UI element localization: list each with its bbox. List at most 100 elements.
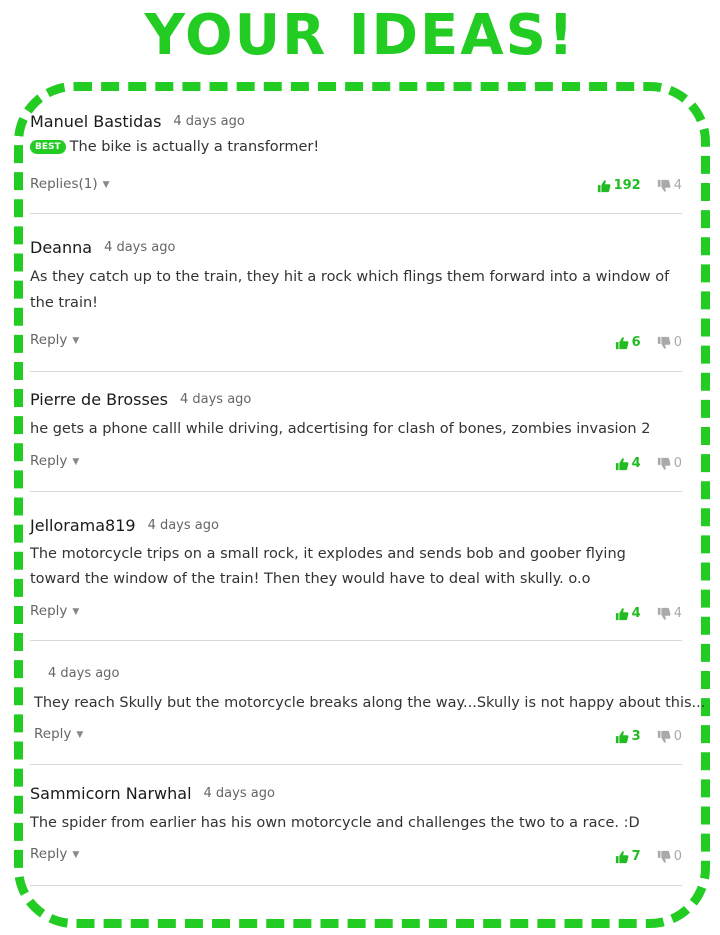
comment-text-line: the train! [30,295,98,311]
downvote-count: 4 [673,178,682,193]
upvote-count: 192 [613,178,641,193]
comment-meta: Manuel Bastidas 4 days ago [30,108,682,134]
reply-label: Reply [30,332,68,348]
downvote-button[interactable]: 0 [657,335,682,350]
thumbs-down-icon [657,850,671,863]
upvote-button[interactable]: 7 [615,849,641,864]
comment-meta: 4 days ago [30,660,682,686]
comment-text: The spider from earlier has his own moto… [30,810,682,836]
comment-text: As they catch up to the train, they hit … [30,264,682,316]
upvote-button[interactable]: 4 [615,456,641,471]
upvote-count: 6 [631,335,641,350]
vote-controls: 3 0 [615,729,682,744]
comment-text-line: toward the window of the train! Then the… [30,571,591,587]
vote-controls: 7 0 [615,849,682,864]
comment-text-line: As they catch up to the train, they hit … [30,269,670,285]
comment: Deanna 4 days ago As they catch up to th… [30,234,682,372]
reply-button[interactable]: Reply ▼ [34,726,83,742]
thumbs-up-icon [615,850,629,863]
thumbs-down-icon [657,730,671,743]
replies-label: Replies(1) [30,176,98,192]
comment-meta: Jellorama819 4 days ago [30,512,682,538]
comment-footer: Replies(1) ▼ 192 4 [30,176,682,196]
downvote-count: 0 [673,456,682,471]
upvote-button[interactable]: 4 [615,606,641,621]
upvote-count: 3 [631,729,641,744]
comment-text: he gets a phone calll while driving, adc… [30,416,682,442]
comment-author[interactable]: Deanna [30,238,92,257]
comment-timestamp: 4 days ago [179,391,252,407]
reply-label: Reply [30,453,68,469]
upvote-count: 4 [631,456,641,471]
comment-author[interactable]: Pierre de Brosses [30,390,168,409]
vote-controls: 6 0 [615,335,682,350]
comment-meta: Deanna 4 days ago [30,234,682,260]
upvote-count: 7 [631,849,641,864]
comment-meta: Pierre de Brosses 4 days ago [30,386,682,412]
chevron-down-icon: ▼ [72,336,80,346]
reply-button[interactable]: Reply ▼ [30,332,79,348]
comment-footer: Reply ▼ 3 0 [30,726,682,746]
comment-text-line: The motorcycle trips on a small rock, it… [30,546,626,562]
comment: 4 days ago They reach Skully but the mot… [30,660,705,765]
comment-text: BEST The bike is actually a transformer! [30,134,682,160]
thumbs-up-icon [597,179,611,192]
comment-text-line: The bike is actually a transformer! [69,139,320,155]
best-badge: BEST [30,140,66,154]
comment-timestamp: 4 days ago [173,113,245,129]
comment-author[interactable]: Jellorama819 [30,516,136,535]
comment-text-line: he gets a phone calll while driving, adc… [30,421,651,437]
downvote-button[interactable]: 0 [657,849,682,864]
reply-button[interactable]: Reply ▼ [30,846,79,862]
upvote-button[interactable]: 192 [597,178,641,193]
upvote-button[interactable]: 3 [615,729,641,744]
comment: Pierre de Brosses 4 days ago he gets a p… [30,386,682,492]
chevron-down-icon: ▼ [76,730,84,740]
thumbs-down-icon [657,179,671,192]
reply-label: Reply [30,603,68,619]
comment-author[interactable]: Manuel Bastidas [30,112,161,131]
comment: Jellorama819 4 days ago The motorcycle t… [30,512,682,641]
thumbs-up-icon [615,730,629,743]
comment-footer: Reply ▼ 6 0 [30,332,682,352]
page-title: YOUR IDEAS! [144,3,576,68]
reply-button[interactable]: Reply ▼ [30,453,79,469]
chevron-down-icon: ▼ [72,607,80,617]
chevron-down-icon: ▼ [72,850,80,860]
thumbs-down-icon [657,336,671,349]
thumbs-down-icon [657,607,671,620]
comment: Manuel Bastidas 4 days ago BEST The bike … [30,108,682,214]
downvote-button[interactable]: 0 [657,456,682,471]
upvote-button[interactable]: 6 [615,335,641,350]
vote-controls: 4 0 [615,456,682,471]
downvote-button[interactable]: 0 [657,729,682,744]
comment-timestamp: 4 days ago [203,785,275,801]
vote-controls: 192 4 [597,178,682,193]
comment-timestamp: 4 days ago [104,239,176,255]
comment-footer: Reply ▼ 4 4 [30,603,682,623]
reply-label: Reply [34,726,72,742]
thumbs-down-icon [657,457,671,470]
downvote-count: 0 [673,335,682,350]
downvote-count: 0 [673,729,682,744]
comment-text-line: The spider from earlier has his own moto… [30,815,640,831]
comment-timestamp: 4 days ago [48,665,120,681]
reply-button[interactable]: Reply ▼ [30,603,79,619]
thumbs-up-icon [615,457,629,470]
comment-timestamp: 4 days ago [147,517,219,533]
comment-meta: Sammicorn Narwhal 4 days ago [30,780,682,806]
comment-text: They reach Skully but the motorcycle bre… [30,690,705,716]
replies-button[interactable]: Replies(1) ▼ [30,176,110,192]
downvote-button[interactable]: 4 [657,606,682,621]
chevron-down-icon: ▼ [102,180,110,190]
upvote-count: 4 [673,606,682,621]
vote-controls: 4 4 [615,606,682,621]
comment-author[interactable]: Sammicorn Narwhal [30,784,192,803]
reply-label: Reply [30,846,68,862]
thumbs-up-icon [615,607,629,620]
comment-text: The motorcycle trips on a small rock, it… [30,542,682,592]
comment-footer: Reply ▼ 7 0 [30,846,682,866]
comment: Sammicorn Narwhal 4 days ago The spider … [30,780,682,886]
downvote-button[interactable]: 4 [657,178,682,193]
upvote-count: 4 [631,606,641,621]
